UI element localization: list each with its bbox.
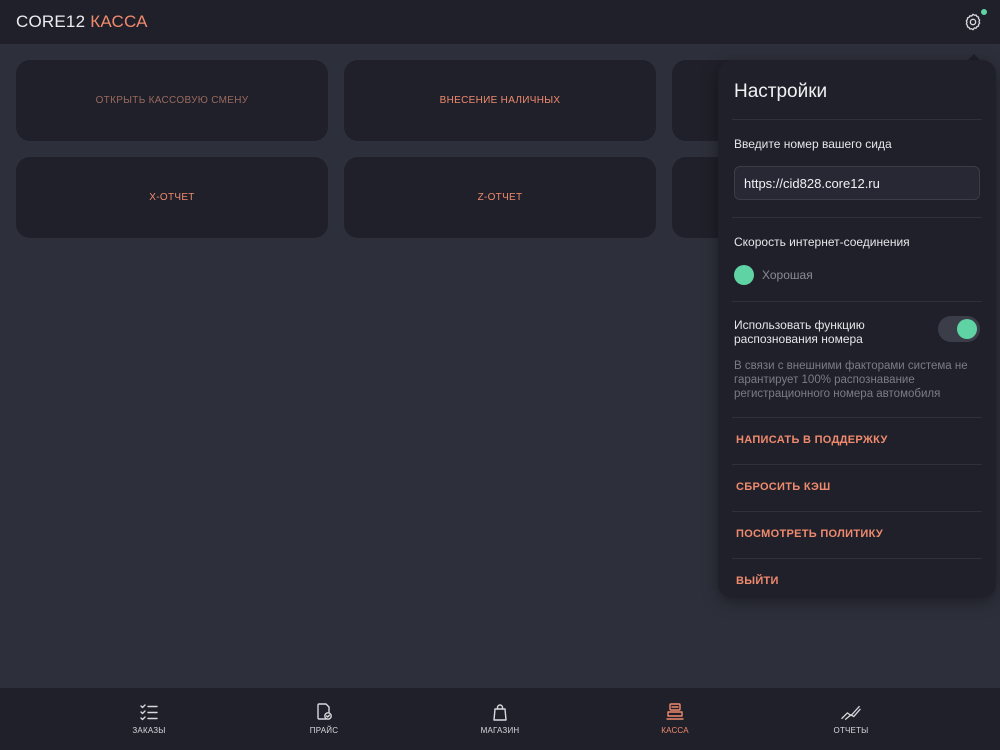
nav-label: КАССА [661,726,689,735]
settings-button[interactable] [962,9,987,33]
price-doc-icon [317,703,332,720]
nav-label: ЗАКАЗЫ [132,726,166,735]
support-link[interactable]: НАПИСАТЬ В ПОДДЕРЖКУ [734,418,980,464]
bottom-nav: ЗАКАЗЫ ПРАЙС МАГАЗИН КАССА ОТЧЕТЫ [0,688,1000,750]
speed-status: Хорошая [762,268,813,282]
status-dot-icon [734,265,754,285]
recognition-section: Использовать функцию распознования номер… [734,302,980,417]
recognition-label: Использовать функцию распознования номер… [734,318,865,346]
recognition-row: Использовать функцию распознования номер… [734,316,980,346]
open-shift-tile[interactable]: ОТКРЫТЬ КАССОВУЮ СМЕНУ [16,60,328,141]
gear-icon [965,13,981,31]
app-brand: CORE12 КАССА [16,12,148,32]
nav-label: МАГАЗИН [480,726,520,735]
speed-label: Скорость интернет-соединения [734,235,910,249]
nav-shop[interactable]: МАГАЗИН [455,688,545,750]
top-bar: CORE12 КАССА [0,0,1000,44]
toggle-knob [957,319,977,339]
nav-price[interactable]: ПРАЙС [279,688,369,750]
checklist-icon [140,704,158,721]
z-report-tile[interactable]: Z-ОТЧЕТ [344,157,656,238]
nav-reports[interactable]: ОТЧЕТЫ [806,688,896,750]
logout-link[interactable]: ВЫЙТИ [734,559,980,605]
sid-input[interactable] [734,166,980,200]
nav-label: ОТЧЕТЫ [833,726,869,735]
recognition-note: В связи с внешними факторами система не … [734,360,968,400]
chart-trend-icon [841,705,861,720]
cash-deposit-tile[interactable]: ВНЕСЕНИЕ НАЛИЧНЫХ [344,60,656,141]
settings-title: Настройки [734,81,828,102]
x-report-tile[interactable]: X-ОТЧЕТ [16,157,328,238]
speed-section: Скорость интернет-соединения Хорошая [734,218,980,301]
sid-label: Введите номер вашего сида [734,137,892,151]
notification-dot [981,9,987,15]
speed-status-row: Хорошая [734,265,980,285]
sid-section: Введите номер вашего сида [734,120,980,217]
recognition-toggle[interactable] [938,316,980,342]
shopping-bag-icon [493,704,507,721]
reset-cache-link[interactable]: СБРОСИТЬ КЭШ [734,465,980,511]
cash-register-icon [666,703,684,720]
nav-orders[interactable]: ЗАКАЗЫ [104,688,194,750]
brand-primary: CORE12 [16,12,86,31]
nav-label: ПРАЙС [309,726,339,735]
policy-link[interactable]: ПОСМОТРЕТЬ ПОЛИТИКУ [734,512,980,558]
settings-panel: Настройки Введите номер вашего сида Скор… [718,60,996,598]
nav-kassa[interactable]: КАССА [630,688,720,750]
brand-secondary: КАССА [90,12,148,31]
